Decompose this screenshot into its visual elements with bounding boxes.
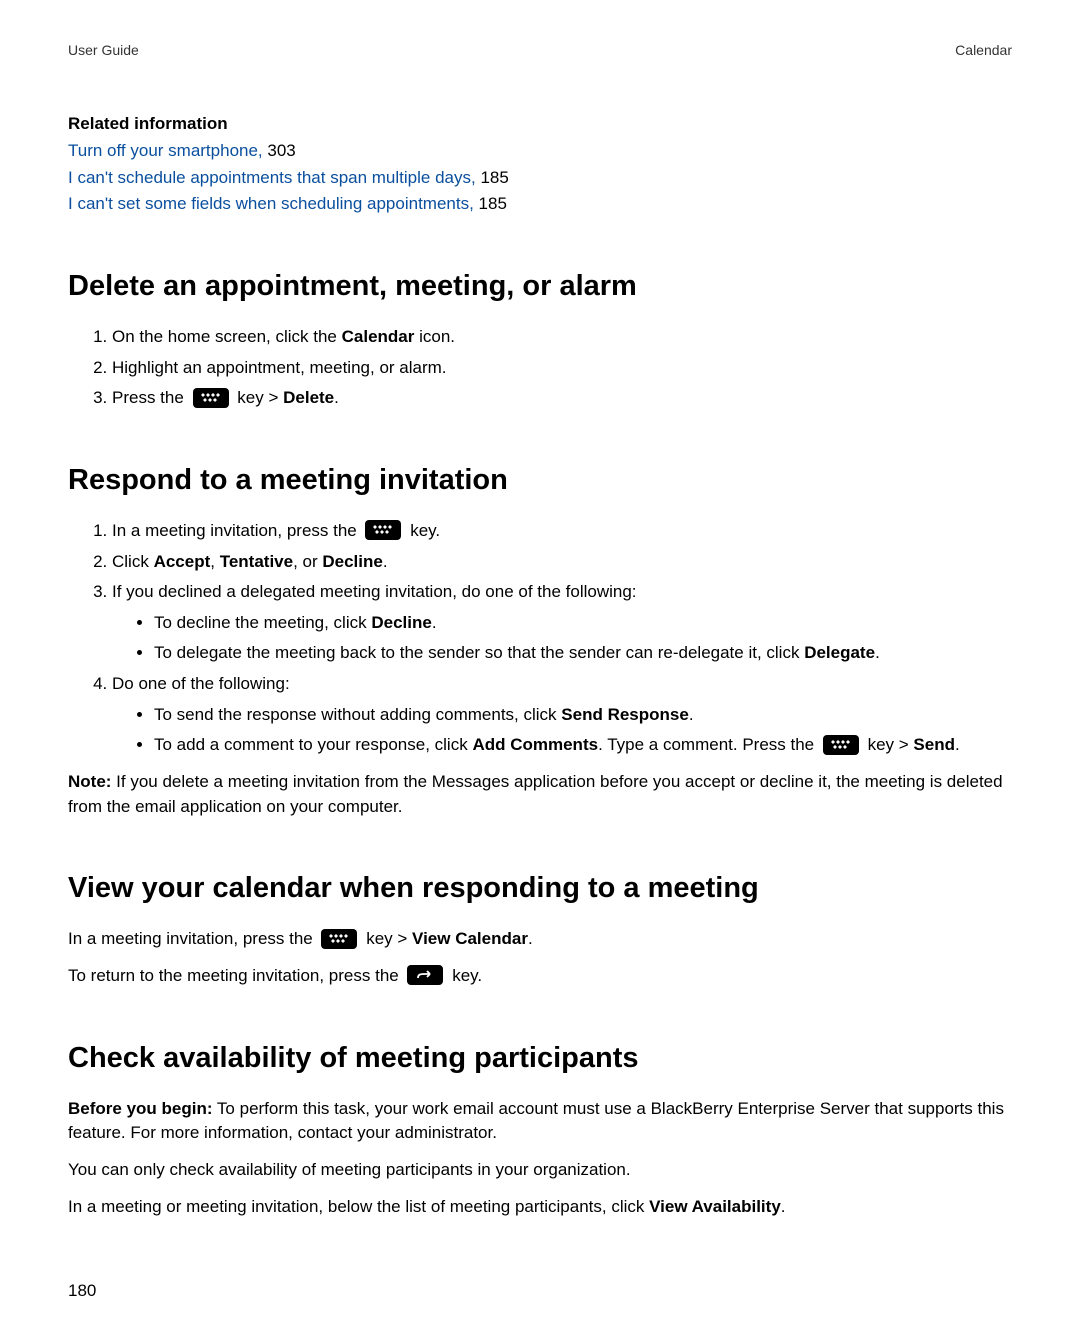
text: In a meeting or meeting invitation, belo… xyxy=(68,1197,649,1216)
section-respond-title: Respond to a meeting invitation xyxy=(68,459,1012,501)
text: Press the xyxy=(112,388,189,407)
text: If you declined a delegated meeting invi… xyxy=(112,582,637,601)
list-item: To delegate the meeting back to the send… xyxy=(154,641,1012,666)
list-item: Highlight an appointment, meeting, or al… xyxy=(112,356,1012,381)
section-view-calendar-title: View your calendar when responding to a … xyxy=(68,867,1012,909)
paragraph: In a meeting invitation, press the key >… xyxy=(68,927,1012,952)
blackberry-key-icon xyxy=(365,520,401,540)
text: , xyxy=(210,552,219,571)
bold-text: Accept xyxy=(154,552,211,571)
header-right: Calendar xyxy=(955,40,1012,60)
text: To add a comment to your response, click xyxy=(154,735,472,754)
note-label: Note: xyxy=(68,772,111,791)
text: key. xyxy=(447,966,482,985)
text: On the home screen, click the xyxy=(112,327,342,346)
text: , or xyxy=(293,552,322,571)
list-item: Click Accept, Tentative, or Decline. xyxy=(112,550,1012,575)
header-left: User Guide xyxy=(68,40,139,60)
list-item: If you declined a delegated meeting invi… xyxy=(112,580,1012,666)
bold-text: View Calendar xyxy=(412,929,528,948)
list-item: In a meeting invitation, press the key. xyxy=(112,519,1012,544)
related-info: Related information Turn off your smartp… xyxy=(68,112,1012,217)
bold-text: Tentative xyxy=(220,552,293,571)
text: key. xyxy=(405,521,440,540)
page-number: 180 xyxy=(68,1279,1012,1304)
text: In a meeting invitation, press the xyxy=(112,521,361,540)
page-header: User Guide Calendar xyxy=(68,40,1012,60)
text: key > xyxy=(361,929,412,948)
text: icon. xyxy=(414,327,455,346)
related-heading: Related information xyxy=(68,112,1012,137)
bold-text: Send xyxy=(913,735,955,754)
list-item: To send the response without adding comm… xyxy=(154,703,1012,728)
bold-text: Delegate xyxy=(804,643,875,662)
text: key > xyxy=(233,388,284,407)
note-text: If you delete a meeting invitation from … xyxy=(68,772,1003,816)
paragraph: Before you begin: To perform this task, … xyxy=(68,1097,1012,1146)
text: . xyxy=(955,735,960,754)
link-cant-schedule-span[interactable]: I can't schedule appointments that span … xyxy=(68,168,476,187)
text: Do one of the following: xyxy=(112,674,290,693)
delete-steps: On the home screen, click the Calendar i… xyxy=(68,325,1012,411)
link-turn-off-smartphone[interactable]: Turn off your smartphone, xyxy=(68,141,263,160)
bold-text: Delete xyxy=(283,388,334,407)
list-item: To decline the meeting, click Decline. xyxy=(154,611,1012,636)
list-item: To add a comment to your response, click… xyxy=(154,733,1012,758)
sub-bullets: To send the response without adding comm… xyxy=(112,703,1012,758)
related-page: 185 xyxy=(474,194,507,213)
bold-text: View Availability xyxy=(649,1197,781,1216)
link-cant-set-fields[interactable]: I can't set some fields when scheduling … xyxy=(68,194,474,213)
text: To return to the meeting invitation, pre… xyxy=(68,966,403,985)
paragraph: In a meeting or meeting invitation, belo… xyxy=(68,1195,1012,1220)
sub-bullets: To decline the meeting, click Decline. T… xyxy=(112,611,1012,666)
blackberry-key-icon xyxy=(321,929,357,949)
list-item: Do one of the following: To send the res… xyxy=(112,672,1012,758)
respond-steps: In a meeting invitation, press the key. … xyxy=(68,519,1012,758)
related-page: 303 xyxy=(263,141,296,160)
text: . xyxy=(875,643,880,662)
text: key > xyxy=(863,735,914,754)
bold-text: Calendar xyxy=(342,327,415,346)
related-item: I can't set some fields when scheduling … xyxy=(68,192,1012,217)
text: . Type a comment. Press the xyxy=(598,735,819,754)
text: . xyxy=(432,613,437,632)
text: . xyxy=(689,705,694,724)
text: To send the response without adding comm… xyxy=(154,705,561,724)
bold-text: Send Response xyxy=(561,705,689,724)
text: Click xyxy=(112,552,154,571)
related-item: Turn off your smartphone, 303 xyxy=(68,139,1012,164)
note-paragraph: Note: If you delete a meeting invitation… xyxy=(68,770,1012,819)
list-item: Press the key > Delete. xyxy=(112,386,1012,411)
paragraph: You can only check availability of meeti… xyxy=(68,1158,1012,1183)
section-delete-title: Delete an appointment, meeting, or alarm xyxy=(68,265,1012,307)
section-check-availability-title: Check availability of meeting participan… xyxy=(68,1037,1012,1079)
before-you-begin-label: Before you begin: xyxy=(68,1099,213,1118)
paragraph: To return to the meeting invitation, pre… xyxy=(68,964,1012,989)
bold-text: Decline xyxy=(371,613,431,632)
text: To delegate the meeting back to the send… xyxy=(154,643,804,662)
text: In a meeting invitation, press the xyxy=(68,929,317,948)
blackberry-key-icon xyxy=(823,735,859,755)
text: . xyxy=(383,552,388,571)
back-key-icon xyxy=(407,965,443,985)
text: . xyxy=(334,388,339,407)
related-item: I can't schedule appointments that span … xyxy=(68,166,1012,191)
blackberry-key-icon xyxy=(193,388,229,408)
text: . xyxy=(781,1197,786,1216)
text: . xyxy=(528,929,533,948)
bold-text: Decline xyxy=(322,552,382,571)
bold-text: Add Comments xyxy=(472,735,598,754)
text: To decline the meeting, click xyxy=(154,613,371,632)
list-item: On the home screen, click the Calendar i… xyxy=(112,325,1012,350)
related-page: 185 xyxy=(476,168,509,187)
